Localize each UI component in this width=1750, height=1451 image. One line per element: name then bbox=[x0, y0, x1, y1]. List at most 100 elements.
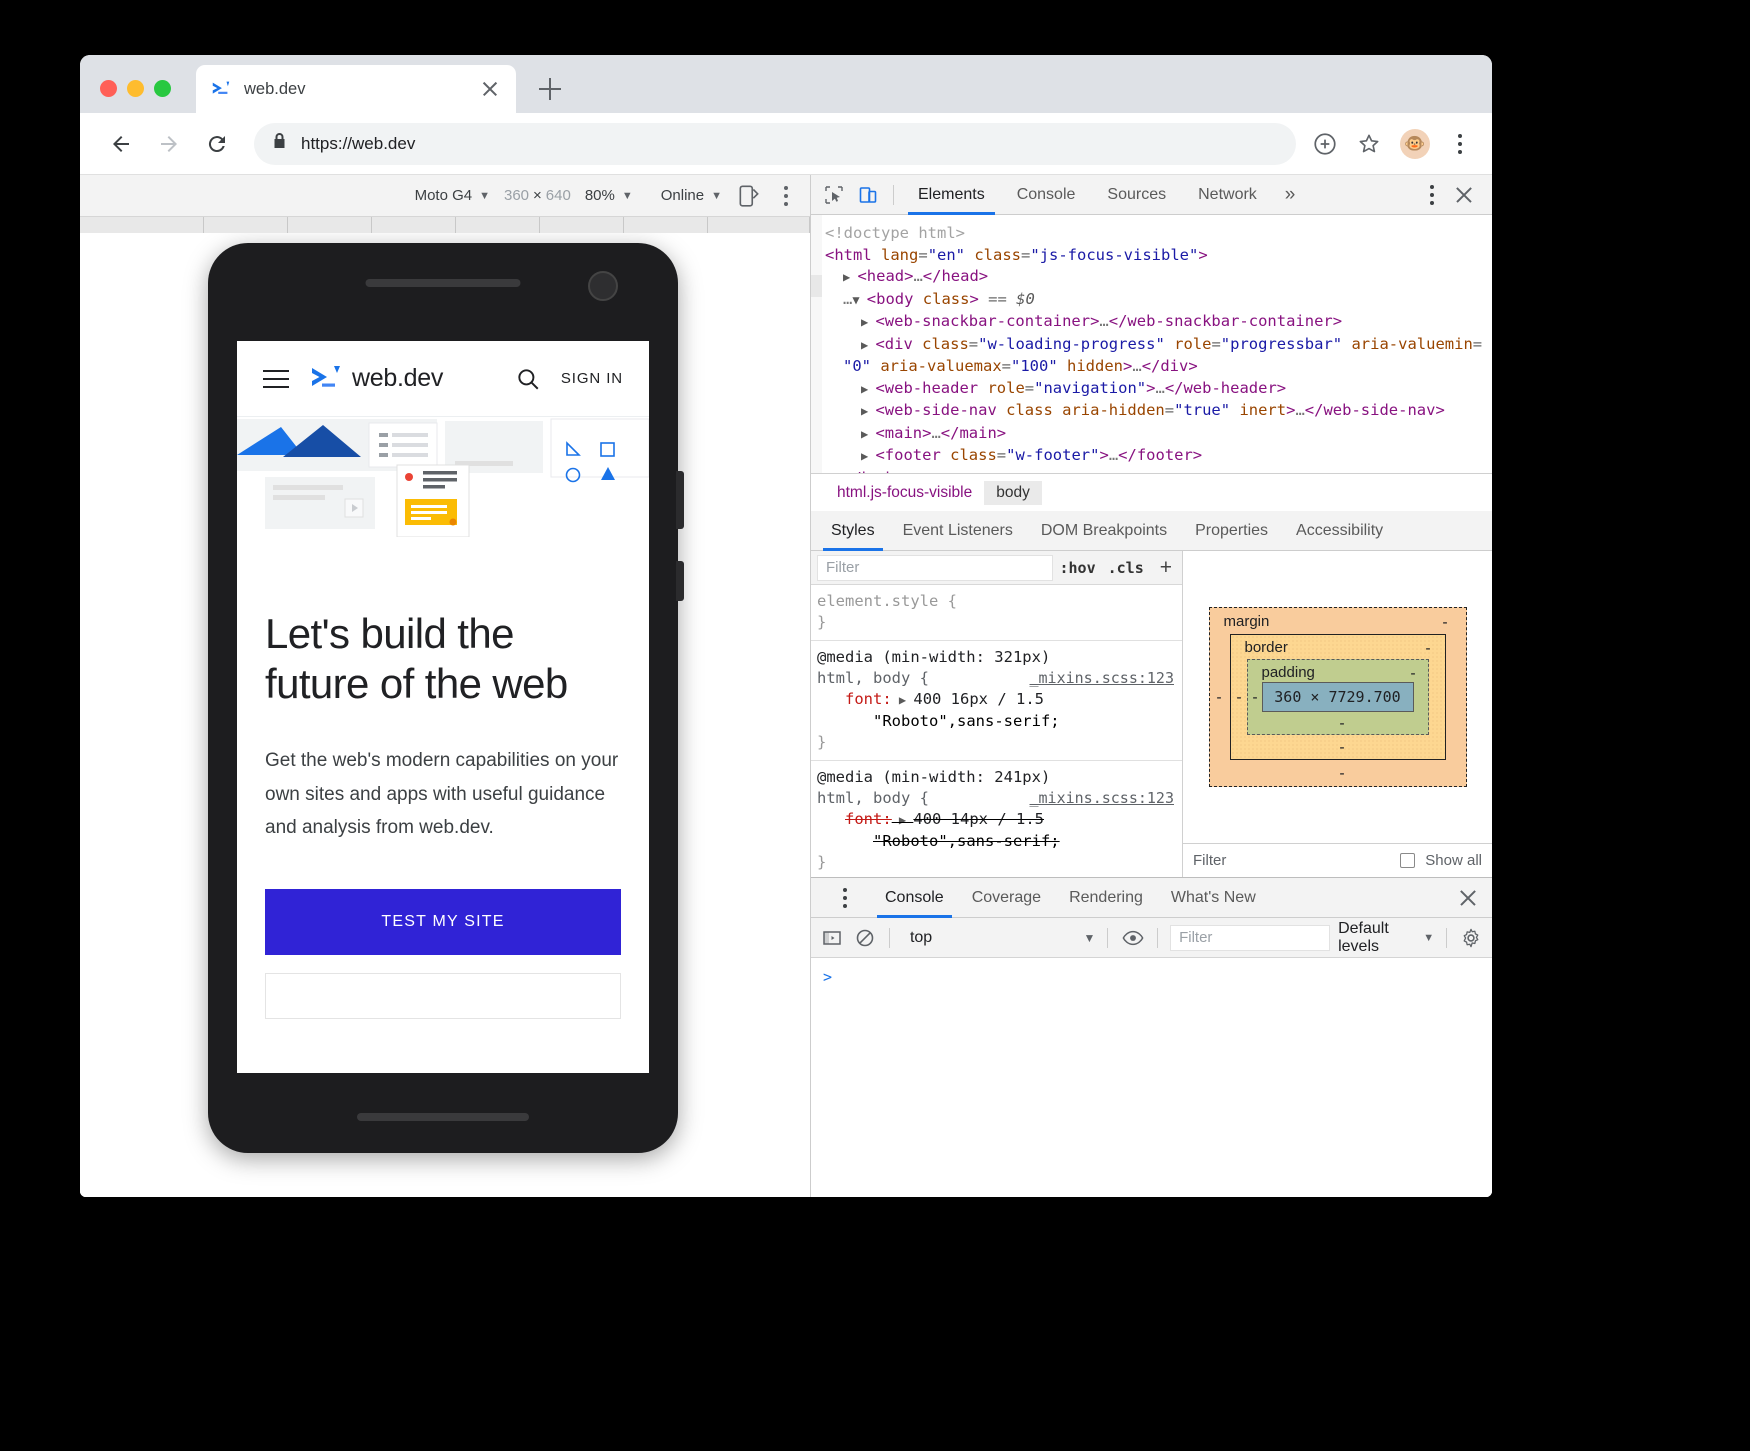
close-drawer-icon[interactable] bbox=[1452, 882, 1484, 914]
dom-node-line[interactable]: ▶ <web-header role="navigation">…</web-h… bbox=[811, 378, 1492, 401]
reload-icon[interactable] bbox=[196, 123, 238, 165]
devtools-tab-elements[interactable]: Elements bbox=[902, 175, 1001, 215]
expand-node-icon[interactable]: ▶ bbox=[861, 315, 875, 329]
dom-node-line[interactable]: ▶ <web-snackbar-container>…</web-snackba… bbox=[811, 311, 1492, 334]
dom-node-line[interactable]: </body> bbox=[811, 468, 1492, 474]
console-context-selector[interactable]: top ▼ bbox=[902, 929, 1095, 947]
expand-node-icon[interactable]: ▶ bbox=[861, 382, 875, 396]
styles-filter-input[interactable]: Filter bbox=[817, 555, 1053, 581]
test-my-site-button[interactable]: TEST MY SITE bbox=[265, 889, 621, 955]
star-icon[interactable] bbox=[1356, 131, 1382, 157]
browser-tab[interactable]: web.dev bbox=[196, 65, 516, 113]
expand-shorthand-icon[interactable]: ▶ bbox=[892, 693, 914, 707]
show-console-sidebar-icon[interactable] bbox=[819, 924, 844, 952]
css-value[interactable]: 400 14px / 1.5 bbox=[913, 810, 1044, 828]
console-levels-selector[interactable]: Default levels ▼ bbox=[1338, 920, 1434, 956]
viewport-height[interactable]: 640 bbox=[546, 187, 571, 204]
css-declaration[interactable]: font: ▶ 400 14px / 1.5 bbox=[817, 809, 1182, 831]
css-declaration[interactable]: font: ▶ 400 16px / 1.5 bbox=[817, 689, 1182, 711]
expand-shorthand-icon[interactable]: ▶ bbox=[892, 813, 914, 827]
avatar[interactable]: 🐵 bbox=[1400, 129, 1430, 159]
drawer-tab-coverage[interactable]: Coverage bbox=[958, 878, 1055, 918]
live-expression-icon[interactable] bbox=[1120, 924, 1145, 952]
css-source-link[interactable]: _mixins.scss:123 bbox=[1030, 668, 1175, 689]
close-devtools-icon[interactable] bbox=[1448, 179, 1480, 211]
dom-node-line[interactable]: ▶ <main>…</main> bbox=[811, 423, 1492, 446]
more-tabs-icon[interactable]: » bbox=[1273, 184, 1308, 206]
pane-tab-styles[interactable]: Styles bbox=[817, 511, 889, 551]
toggle-device-toolbar-icon[interactable] bbox=[851, 179, 885, 211]
minimize-window-button[interactable] bbox=[127, 80, 144, 97]
rotate-device-icon[interactable] bbox=[736, 183, 762, 209]
dom-tree[interactable]: <!doctype html><html lang="en" class="js… bbox=[811, 215, 1492, 473]
pane-tab-event-listeners[interactable]: Event Listeners bbox=[889, 511, 1027, 551]
dom-node-line[interactable]: ▶ <head>…</head> bbox=[811, 266, 1492, 289]
devtools-tab-sources[interactable]: Sources bbox=[1091, 175, 1182, 215]
dom-node-line[interactable]: ▶ <web-side-nav class aria-hidden="true"… bbox=[811, 400, 1492, 423]
pane-tab-accessibility[interactable]: Accessibility bbox=[1282, 511, 1397, 551]
console-output[interactable]: > bbox=[811, 958, 1492, 1197]
box-model-margin[interactable]: margin - - - border - - - padding bbox=[1209, 607, 1467, 787]
dom-node-line[interactable]: …▼ <body class> == $0 bbox=[811, 289, 1492, 312]
dom-node-line[interactable]: "0" aria-valuemax="100" hidden>…</div> bbox=[811, 356, 1492, 378]
css-value[interactable]: 400 16px / 1.5 bbox=[913, 690, 1044, 708]
cls-toggle[interactable]: .cls bbox=[1108, 559, 1144, 577]
maximize-window-button[interactable] bbox=[154, 80, 171, 97]
css-property[interactable]: font: bbox=[845, 690, 892, 708]
search-icon[interactable] bbox=[515, 366, 541, 392]
back-arrow-icon[interactable] bbox=[100, 123, 142, 165]
expand-node-icon[interactable]: ▶ bbox=[861, 404, 875, 418]
devtools-settings-icon[interactable] bbox=[1420, 181, 1444, 209]
drawer-tab-rendering[interactable]: Rendering bbox=[1055, 878, 1157, 918]
forward-arrow-icon[interactable] bbox=[148, 123, 190, 165]
sign-in-link[interactable]: SIGN IN bbox=[561, 370, 623, 387]
css-rule[interactable]: @media (min-width: 321px)html, body {_mi… bbox=[811, 641, 1182, 761]
hamburger-menu-icon[interactable] bbox=[263, 370, 289, 388]
console-filter-input[interactable]: Filter bbox=[1170, 925, 1330, 951]
drawer-tab-console[interactable]: Console bbox=[871, 878, 958, 918]
dom-node-line[interactable]: ▶ <div class="w-loading-progress" role="… bbox=[811, 334, 1492, 357]
expand-node-icon[interactable]: ▶ bbox=[861, 449, 875, 463]
expand-node-icon[interactable]: ▶ bbox=[861, 427, 875, 441]
more-options-icon[interactable] bbox=[774, 182, 798, 210]
device-selector[interactable]: Moto G4 ▼ bbox=[401, 187, 504, 204]
computed-filter-input[interactable]: Filter bbox=[1193, 852, 1226, 869]
pane-tab-properties[interactable]: Properties bbox=[1181, 511, 1282, 551]
box-model-content[interactable]: 360 × 7729.700 bbox=[1262, 682, 1414, 712]
kebab-menu-icon[interactable] bbox=[1448, 130, 1472, 158]
install-app-icon[interactable] bbox=[1312, 131, 1338, 157]
show-all-checkbox[interactable] bbox=[1400, 853, 1415, 868]
zoom-selector[interactable]: 80% ▼ bbox=[571, 187, 647, 204]
new-tab-button[interactable] bbox=[530, 69, 570, 109]
site-logo[interactable]: web.dev bbox=[311, 364, 443, 393]
css-rule[interactable]: element.style {} bbox=[811, 585, 1182, 641]
drawer-more-options-icon[interactable] bbox=[833, 884, 857, 912]
pane-tab-dom-breakpoints[interactable]: DOM Breakpoints bbox=[1027, 511, 1181, 551]
address-bar[interactable]: https://web.dev bbox=[254, 123, 1296, 165]
hov-toggle[interactable]: :hov bbox=[1059, 559, 1095, 577]
new-style-rule-button[interactable]: + bbox=[1150, 556, 1182, 580]
css-value-continuation[interactable]: "Roboto",sans-serif; bbox=[817, 711, 1182, 732]
css-selector[interactable]: element.style { bbox=[817, 591, 1182, 612]
expand-node-icon[interactable]: ▶ bbox=[861, 338, 875, 352]
throttling-selector[interactable]: Online ▼ bbox=[647, 187, 736, 204]
css-value-continuation[interactable]: "Roboto",sans-serif; bbox=[817, 831, 1182, 852]
dom-node-line[interactable]: <html lang="en" class="js-focus-visible"… bbox=[811, 245, 1492, 267]
drawer-tab-whats-new[interactable]: What's New bbox=[1157, 878, 1270, 918]
css-rule[interactable]: @media (min-width: 241px)html, body {_mi… bbox=[811, 761, 1182, 877]
gear-icon[interactable] bbox=[1459, 924, 1484, 952]
css-property[interactable]: font: bbox=[845, 810, 892, 828]
devtools-tab-network[interactable]: Network bbox=[1182, 175, 1273, 215]
expand-node-icon[interactable]: ▶ bbox=[843, 270, 857, 284]
css-source-link[interactable]: _mixins.scss:123 bbox=[1030, 788, 1175, 809]
close-tab-icon[interactable] bbox=[478, 77, 502, 101]
dom-node-line[interactable]: <!doctype html> bbox=[811, 223, 1492, 245]
collapse-node-icon[interactable]: ▼ bbox=[852, 293, 866, 307]
box-model-border[interactable]: border - - - padding - - - 360 × 7729.70… bbox=[1230, 634, 1446, 760]
box-model-padding[interactable]: padding - - - 360 × 7729.700 bbox=[1247, 659, 1429, 735]
breadcrumb-item-html[interactable]: html.js-focus-visible bbox=[825, 481, 984, 505]
close-window-button[interactable] bbox=[100, 80, 117, 97]
dom-node-line[interactable]: ▶ <footer class="w-footer">…</footer> bbox=[811, 445, 1492, 468]
clear-console-icon[interactable] bbox=[852, 924, 877, 952]
breadcrumb-item-body[interactable]: body bbox=[984, 481, 1042, 505]
